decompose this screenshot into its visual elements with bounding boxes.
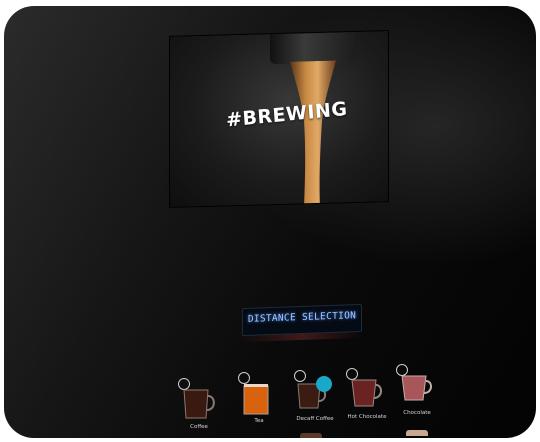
partial-drink-icon: [300, 433, 322, 438]
coffee-stream-image: [290, 60, 336, 207]
lcd-display-text: DISTANCE SELECTION: [247, 310, 357, 325]
drink-button-coffee[interactable]: Coffee: [174, 376, 224, 438]
display-screen: #BREWING: [170, 31, 388, 207]
drink-label: Tea: [254, 418, 264, 424]
decaf-coffee-icon: [297, 376, 332, 409]
coffee-machine-panel: #BREWING DISTANCE SELECTION Coffee Tea D…: [4, 6, 536, 438]
drink-button-tea[interactable]: Tea: [234, 370, 284, 432]
drink-button-chocolate[interactable]: Chocolate: [392, 362, 442, 424]
tea-glass-icon: [243, 384, 269, 415]
coffee-mug-icon: [183, 389, 215, 419]
lcd-display: DISTANCE SELECTION: [242, 303, 362, 337]
chocolate-icon: [401, 375, 432, 401]
drink-label: Chocolate: [403, 410, 431, 416]
drink-label: Coffee: [190, 424, 208, 430]
partial-drink-icon: [406, 430, 428, 436]
drink-button-decaff-coffee[interactable]: Decaff Coffee: [290, 368, 340, 430]
hot-chocolate-icon: [351, 379, 382, 407]
drink-button-hot-chocolate[interactable]: Hot Chocolate: [342, 366, 392, 428]
dispenser-spout: [270, 31, 356, 65]
